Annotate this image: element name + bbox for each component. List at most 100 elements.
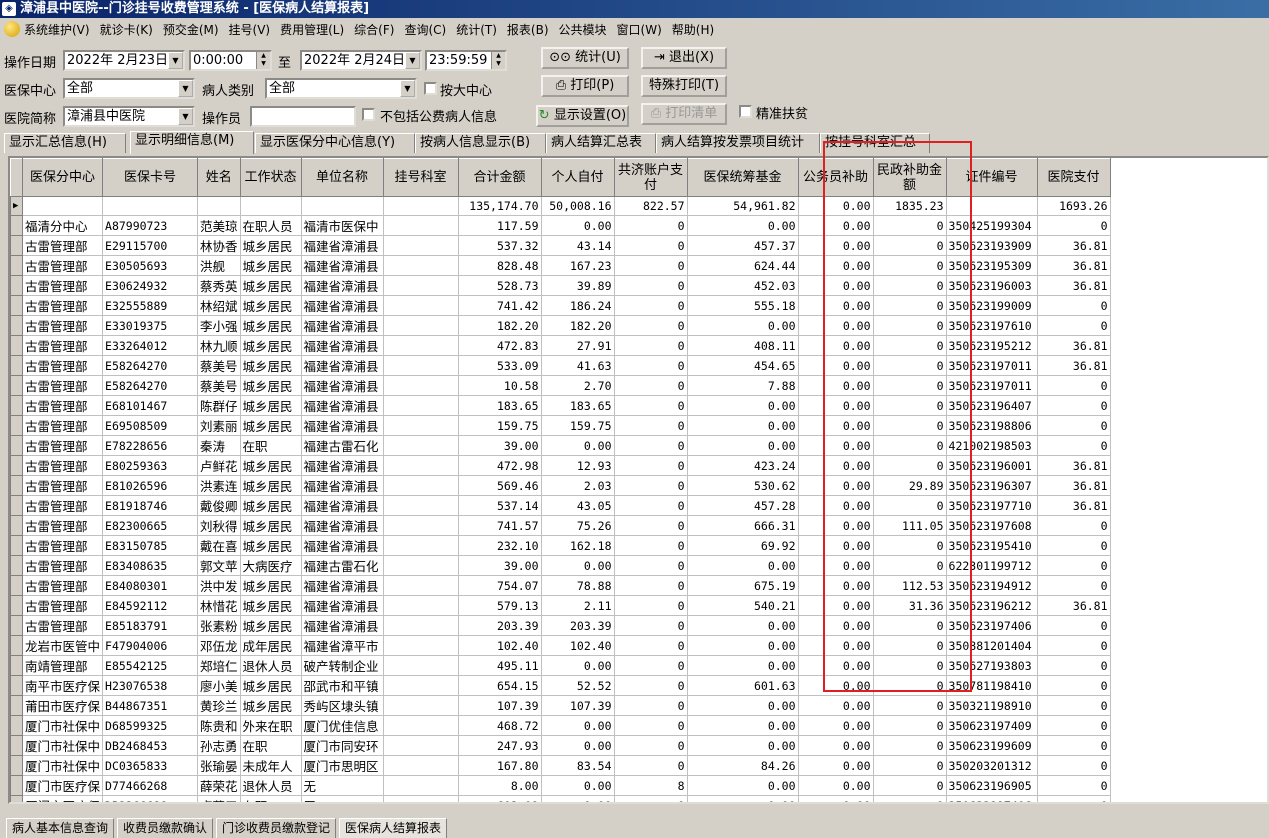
table-cell[interactable]: 福建省漳浦县 bbox=[300, 535, 384, 556]
table-cell[interactable]: 0.00 bbox=[540, 795, 615, 802]
table-cell[interactable]: 张素粉 bbox=[197, 615, 241, 636]
table-cell[interactable]: 廖小美 bbox=[197, 675, 241, 696]
table-cell[interactable]: 0.00 bbox=[686, 395, 799, 416]
table-cell[interactable]: 472.83 bbox=[457, 335, 542, 356]
table-cell[interactable]: 成年居民 bbox=[239, 635, 302, 656]
table-cell[interactable]: 39.89 bbox=[540, 275, 615, 296]
table-cell[interactable]: 350623198806 bbox=[945, 415, 1038, 436]
table-cell[interactable]: 厦门市医疗保 bbox=[21, 795, 104, 802]
table-cell[interactable]: 古雷管理部 bbox=[21, 575, 104, 596]
table-cell[interactable]: 南靖管理部 bbox=[21, 655, 104, 676]
table-cell[interactable]: 0 bbox=[1036, 215, 1111, 236]
table-cell[interactable]: 0 bbox=[1036, 695, 1111, 716]
window-tab-patient-query[interactable]: 病人基本信息查询 bbox=[6, 818, 115, 838]
table-cell[interactable]: 0 bbox=[613, 415, 688, 436]
table-cell[interactable]: 537.32 bbox=[457, 235, 542, 256]
table-cell[interactable]: 36.81 bbox=[1036, 595, 1111, 616]
table-cell[interactable]: 古雷管理部 bbox=[21, 395, 104, 416]
table-cell[interactable]: 350623195212 bbox=[945, 335, 1038, 356]
table-cell[interactable]: 0.00 bbox=[686, 415, 799, 436]
table-cell[interactable]: 0 bbox=[872, 775, 947, 796]
table-cell[interactable]: 167.23 bbox=[540, 255, 615, 276]
table-cell[interactable]: 10.58 bbox=[457, 375, 542, 396]
table-cell[interactable]: 0.00 bbox=[797, 795, 874, 802]
table-cell[interactable]: 城乡居民 bbox=[239, 535, 302, 556]
table-cell[interactable]: 1835.23 bbox=[872, 196, 947, 216]
table-cell[interactable]: 50,008.16 bbox=[540, 196, 615, 216]
table-cell[interactable]: 城乡居民 bbox=[239, 495, 302, 516]
table-cell[interactable]: 36.81 bbox=[1036, 475, 1111, 496]
table-cell[interactable]: 城乡居民 bbox=[239, 595, 302, 616]
table-cell[interactable]: 城乡居民 bbox=[239, 375, 302, 396]
table-row[interactable]: 古雷管理部 E84080301 洪中发 城乡居民 福建省漳浦县 754.07 78.88 0 6… bbox=[10, 575, 1111, 596]
table-cell[interactable]: 蔡美号 bbox=[197, 375, 241, 396]
table-cell[interactable]: 0.00 bbox=[797, 775, 874, 796]
table-row[interactable]: 古雷管理部 E83408635 郭文苹 大病医疗 福建古雷石化 39.00 0.00 0 0.0… bbox=[10, 555, 1111, 576]
table-cell[interactable]: 601.63 bbox=[686, 675, 799, 696]
table-cell[interactable]: 0 bbox=[1036, 375, 1111, 396]
table-cell[interactable]: 古雷管理部 bbox=[21, 235, 104, 256]
table-cell[interactable]: 古雷管理部 bbox=[21, 535, 104, 556]
table-cell[interactable]: 117.59 bbox=[457, 215, 542, 236]
table-cell[interactable]: 蔡秀英 bbox=[197, 275, 241, 296]
table-cell[interactable]: 350623197610 bbox=[945, 315, 1038, 336]
menu-help[interactable]: 帮助(H) bbox=[672, 21, 714, 38]
table-cell[interactable]: E33264012 bbox=[102, 335, 199, 356]
table-cell[interactable] bbox=[382, 715, 459, 736]
table-cell[interactable]: 350627193803 bbox=[945, 655, 1038, 676]
table-row[interactable]: 古雷管理部 E30624932 蔡秀英 城乡居民 福建省漳浦县 528.73 39.89 0 4… bbox=[10, 275, 1111, 296]
table-cell[interactable]: 112.53 bbox=[872, 575, 947, 596]
table-row[interactable]: 莆田市医疗保 B44867351 黄珍兰 城乡居民 秀屿区埭头镇 107.39 107.39… bbox=[10, 695, 1111, 716]
table-cell[interactable]: 454.65 bbox=[686, 355, 799, 376]
column-header[interactable]: 医院支付 bbox=[1036, 158, 1111, 197]
table-row[interactable]: 福清分中心 A87990723 范美琼 在职人员 福清市医保中 117.59 0.00 0 0.… bbox=[10, 215, 1111, 236]
table-cell[interactable]: 135,174.70 bbox=[457, 196, 542, 216]
table-row[interactable]: 厦门市医疗保 D77466268 薛荣花 退休人员无 8.00 0.00 8 0.00 0.00… bbox=[10, 775, 1111, 796]
table-row[interactable]: 古雷管理部 E81918746 戴俊卿 城乡居民 福建省漳浦县 537.14 43.05 0 4… bbox=[10, 495, 1111, 516]
table-row[interactable]: 古雷管理部 E80259363 卢鲜花 城乡居民 福建省漳浦县 472.98 12.93 0 4… bbox=[10, 455, 1111, 476]
table-cell[interactable]: 破产转制企业 bbox=[300, 655, 384, 676]
table-cell[interactable]: 1693.26 bbox=[1036, 196, 1111, 216]
table-row[interactable]: 厦门市医疗保DB3266618卢慕三在职无602.090.0000.000.00… bbox=[10, 795, 1111, 802]
table-cell[interactable]: 城乡居民 bbox=[239, 395, 302, 416]
table-cell[interactable]: 0.00 bbox=[540, 715, 615, 736]
table-cell[interactable]: 0 bbox=[613, 515, 688, 536]
column-header[interactable]: 医保统筹基金 bbox=[686, 158, 799, 197]
time-to-input[interactable]: 23:59:59 ▲ ▼ bbox=[425, 50, 507, 71]
category-select[interactable]: 全部 ▼ bbox=[265, 78, 417, 99]
menu-query[interactable]: 查询(C) bbox=[404, 21, 446, 38]
table-cell[interactable] bbox=[382, 595, 459, 616]
menu-stats[interactable]: 统计(T) bbox=[456, 21, 497, 38]
table-cell[interactable]: 528.73 bbox=[457, 275, 542, 296]
table-cell[interactable]: 古雷管理部 bbox=[21, 595, 104, 616]
table-cell[interactable]: 0.00 bbox=[797, 495, 874, 516]
chevron-down-icon[interactable]: ▼ bbox=[400, 80, 415, 97]
table-cell[interactable]: 350623194912 bbox=[945, 575, 1038, 596]
table-cell[interactable]: 0.00 bbox=[686, 615, 799, 636]
table-cell[interactable]: D68599325 bbox=[102, 715, 199, 736]
table-cell[interactable]: 0.00 bbox=[797, 655, 874, 676]
table-cell[interactable]: 52.52 bbox=[540, 675, 615, 696]
table-cell[interactable]: 111.05 bbox=[872, 515, 947, 536]
table-cell[interactable]: 0 bbox=[613, 615, 688, 636]
table-cell[interactable]: 城乡居民 bbox=[239, 355, 302, 376]
table-cell[interactable]: 350623195410 bbox=[945, 535, 1038, 556]
display-settings-button[interactable]: ↻ 显示设置(O) bbox=[536, 105, 629, 127]
table-cell[interactable]: A87990723 bbox=[102, 215, 199, 236]
table-cell[interactable]: E69508509 bbox=[102, 415, 199, 436]
table-cell[interactable]: 在职人员 bbox=[239, 215, 302, 236]
table-cell[interactable]: 0 bbox=[613, 355, 688, 376]
table-cell[interactable]: 27.91 bbox=[540, 335, 615, 356]
table-cell[interactable]: 0 bbox=[872, 395, 947, 416]
table-cell[interactable]: 350623197406 bbox=[945, 795, 1038, 802]
table-cell[interactable]: 0 bbox=[872, 275, 947, 296]
table-cell[interactable]: E58264270 bbox=[102, 375, 199, 396]
table-cell[interactable]: E78228656 bbox=[102, 435, 199, 456]
table-cell[interactable] bbox=[382, 215, 459, 236]
table-cell[interactable]: 0.00 bbox=[797, 215, 874, 236]
table-cell[interactable]: 福建省漳浦县 bbox=[300, 255, 384, 276]
table-cell[interactable]: 822.57 bbox=[613, 196, 688, 216]
table-cell[interactable]: 675.19 bbox=[686, 575, 799, 596]
table-cell[interactable]: 350203201312 bbox=[945, 755, 1038, 776]
total-row[interactable]: ▶ 135,174.70 50,008.16 822.57 54,961.82 0.00 1… bbox=[10, 196, 1111, 216]
